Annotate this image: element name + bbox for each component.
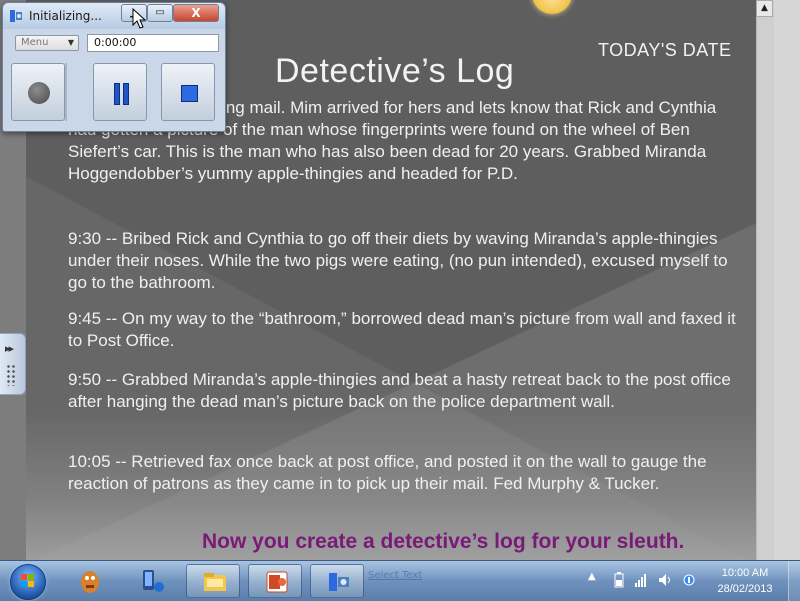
taskbar-item-recorder[interactable]: [310, 564, 364, 598]
recorder-controls: [11, 59, 219, 125]
file-explorer-icon: [204, 573, 226, 591]
pause-icon: [114, 83, 120, 105]
record-icon: [28, 82, 50, 104]
record-button-divider: [65, 63, 67, 121]
scroll-up-button[interactable]: ▲: [756, 0, 773, 17]
chevron-down-icon: ▼: [67, 38, 74, 47]
maximize-button[interactable]: ▭: [147, 4, 173, 22]
taskbar-item-phone-sync[interactable]: [124, 564, 178, 598]
start-button[interactable]: [2, 562, 54, 600]
menu-label: Menu: [21, 37, 49, 48]
screen-recorder-window: Initializing... ▁ ▭ X Menu ▼ 0:00:00: [2, 2, 226, 132]
recorder-toolbar: Menu ▼ 0:00:00: [11, 33, 219, 55]
taskbar-item-paint[interactable]: [62, 564, 116, 598]
log-entry-paragraph: 9:50 -- Grabbed Miranda’s apple-thingies…: [68, 370, 731, 411]
show-hidden-icons-arrow[interactable]: ▲: [588, 571, 596, 582]
recorder-app-icon: [10, 10, 22, 22]
windows-logo-icon: [21, 574, 34, 587]
grip-handle-icon[interactable]: [6, 364, 16, 386]
log-entry-paragraph: 9:45 -- On my way to the “bathroom,” bor…: [68, 309, 736, 350]
ghost-taskbar-link[interactable]: Select Text: [368, 570, 422, 581]
log-entry-paragraph: 9:30 -- Bribed Rick and Cynthia to go of…: [68, 229, 728, 292]
network-signal-icon[interactable]: [634, 572, 648, 588]
clock-date: 28/02/2013: [717, 583, 773, 595]
show-desktop-button[interactable]: [788, 561, 800, 601]
powerpoint-icon: [266, 571, 288, 593]
recorder-title-bar[interactable]: Initializing... ▁ ▭ X: [3, 3, 225, 29]
expand-arrows-icon: ▸▸: [5, 342, 14, 355]
system-clock[interactable]: 10:00 AM 28/02/2013: [704, 565, 786, 597]
taskbar-item-powerpoint[interactable]: [248, 564, 302, 598]
phone-sync-icon: [143, 570, 164, 592]
slide-title: Detective’s Log: [275, 52, 515, 90]
vertical-scrollbar[interactable]: [772, 0, 800, 560]
maximize-icon: ▭: [155, 7, 165, 18]
volume-icon[interactable]: [658, 572, 672, 588]
record-button[interactable]: [11, 63, 65, 121]
call-to-action-text: Now you create a detective’s log for you…: [202, 530, 685, 553]
log-entry-paragraph: 10:05 -- Retrieved fax once back at post…: [68, 452, 707, 493]
pause-icon: [123, 83, 129, 105]
side-panel-tab[interactable]: ▸▸: [0, 333, 26, 395]
sync-icon[interactable]: [682, 572, 696, 588]
close-button[interactable]: X: [173, 4, 219, 22]
vertical-scroll-track[interactable]: [756, 0, 774, 560]
clock-time: 10:00 AM: [721, 567, 769, 579]
pause-button[interactable]: [93, 63, 147, 121]
paint-icon: [81, 571, 99, 593]
taskbar-item-file-explorer[interactable]: [186, 564, 240, 598]
recorder-title: Initializing...: [29, 9, 102, 23]
stop-icon: [181, 85, 198, 102]
close-icon: X: [191, 6, 201, 20]
recorder-icon: [329, 573, 349, 591]
stop-button[interactable]: [161, 63, 215, 121]
windows-start-orb: [10, 564, 46, 600]
todays-date-label: TODAY'S DATE: [598, 40, 732, 60]
battery-icon[interactable]: [612, 572, 626, 588]
recording-timer: 0:00:00: [87, 34, 219, 52]
recorder-menu-dropdown[interactable]: Menu ▼: [15, 35, 79, 51]
